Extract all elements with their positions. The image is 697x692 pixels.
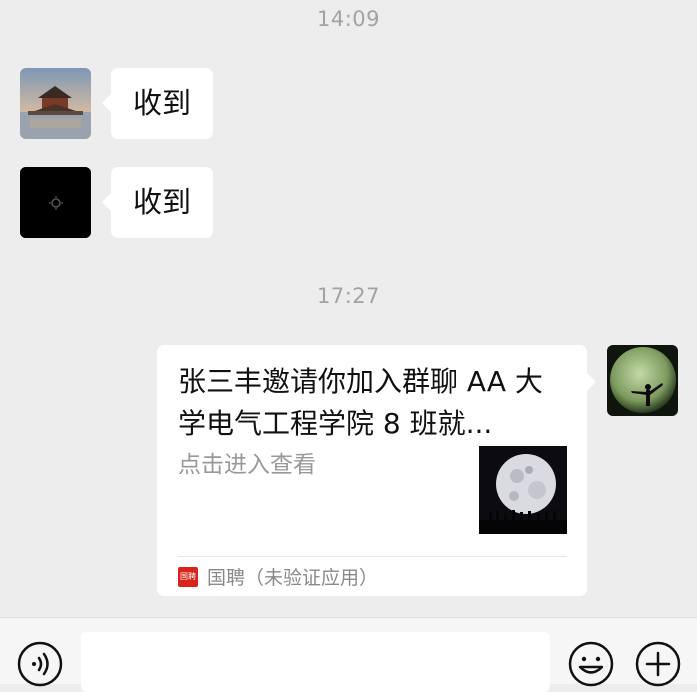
message-input[interactable] (81, 632, 550, 692)
plus-icon[interactable] (634, 640, 682, 692)
chat-input-toolbar (0, 617, 697, 692)
invite-title: 张三丰邀请你加入群聊 AA 大学电气工程学院 8 班就... (178, 365, 543, 440)
group-invite-card[interactable]: 张三丰邀请你加入群聊 AA 大学电气工程学院 8 班就... 点击进入查看 国聘… (157, 345, 596, 596)
message-text: 收到 (133, 185, 192, 219)
app-source-name: 国聘（未验证应用） (207, 567, 379, 589)
palace-landscape-avatar (20, 68, 91, 139)
contact-avatar[interactable] (20, 68, 91, 139)
my-avatar[interactable] (607, 345, 678, 416)
dark-avatar (20, 167, 91, 238)
message-bubble[interactable]: 收到 (101, 68, 214, 139)
timestamp: 14:09 (316, 7, 381, 31)
green-moon-avatar (607, 345, 678, 416)
message-text: 收到 (133, 86, 192, 120)
moon-thumbnail (479, 446, 567, 534)
voice-icon[interactable] (16, 640, 64, 692)
invite-description: 点击进入查看 (178, 452, 316, 478)
contact-avatar[interactable] (20, 167, 91, 238)
message-bubble[interactable]: 收到 (101, 167, 214, 238)
app-logo-icon: 国聘 (178, 567, 198, 587)
card-divider (178, 556, 567, 557)
timestamp: 17:27 (316, 284, 381, 308)
emoji-icon[interactable] (567, 640, 615, 692)
